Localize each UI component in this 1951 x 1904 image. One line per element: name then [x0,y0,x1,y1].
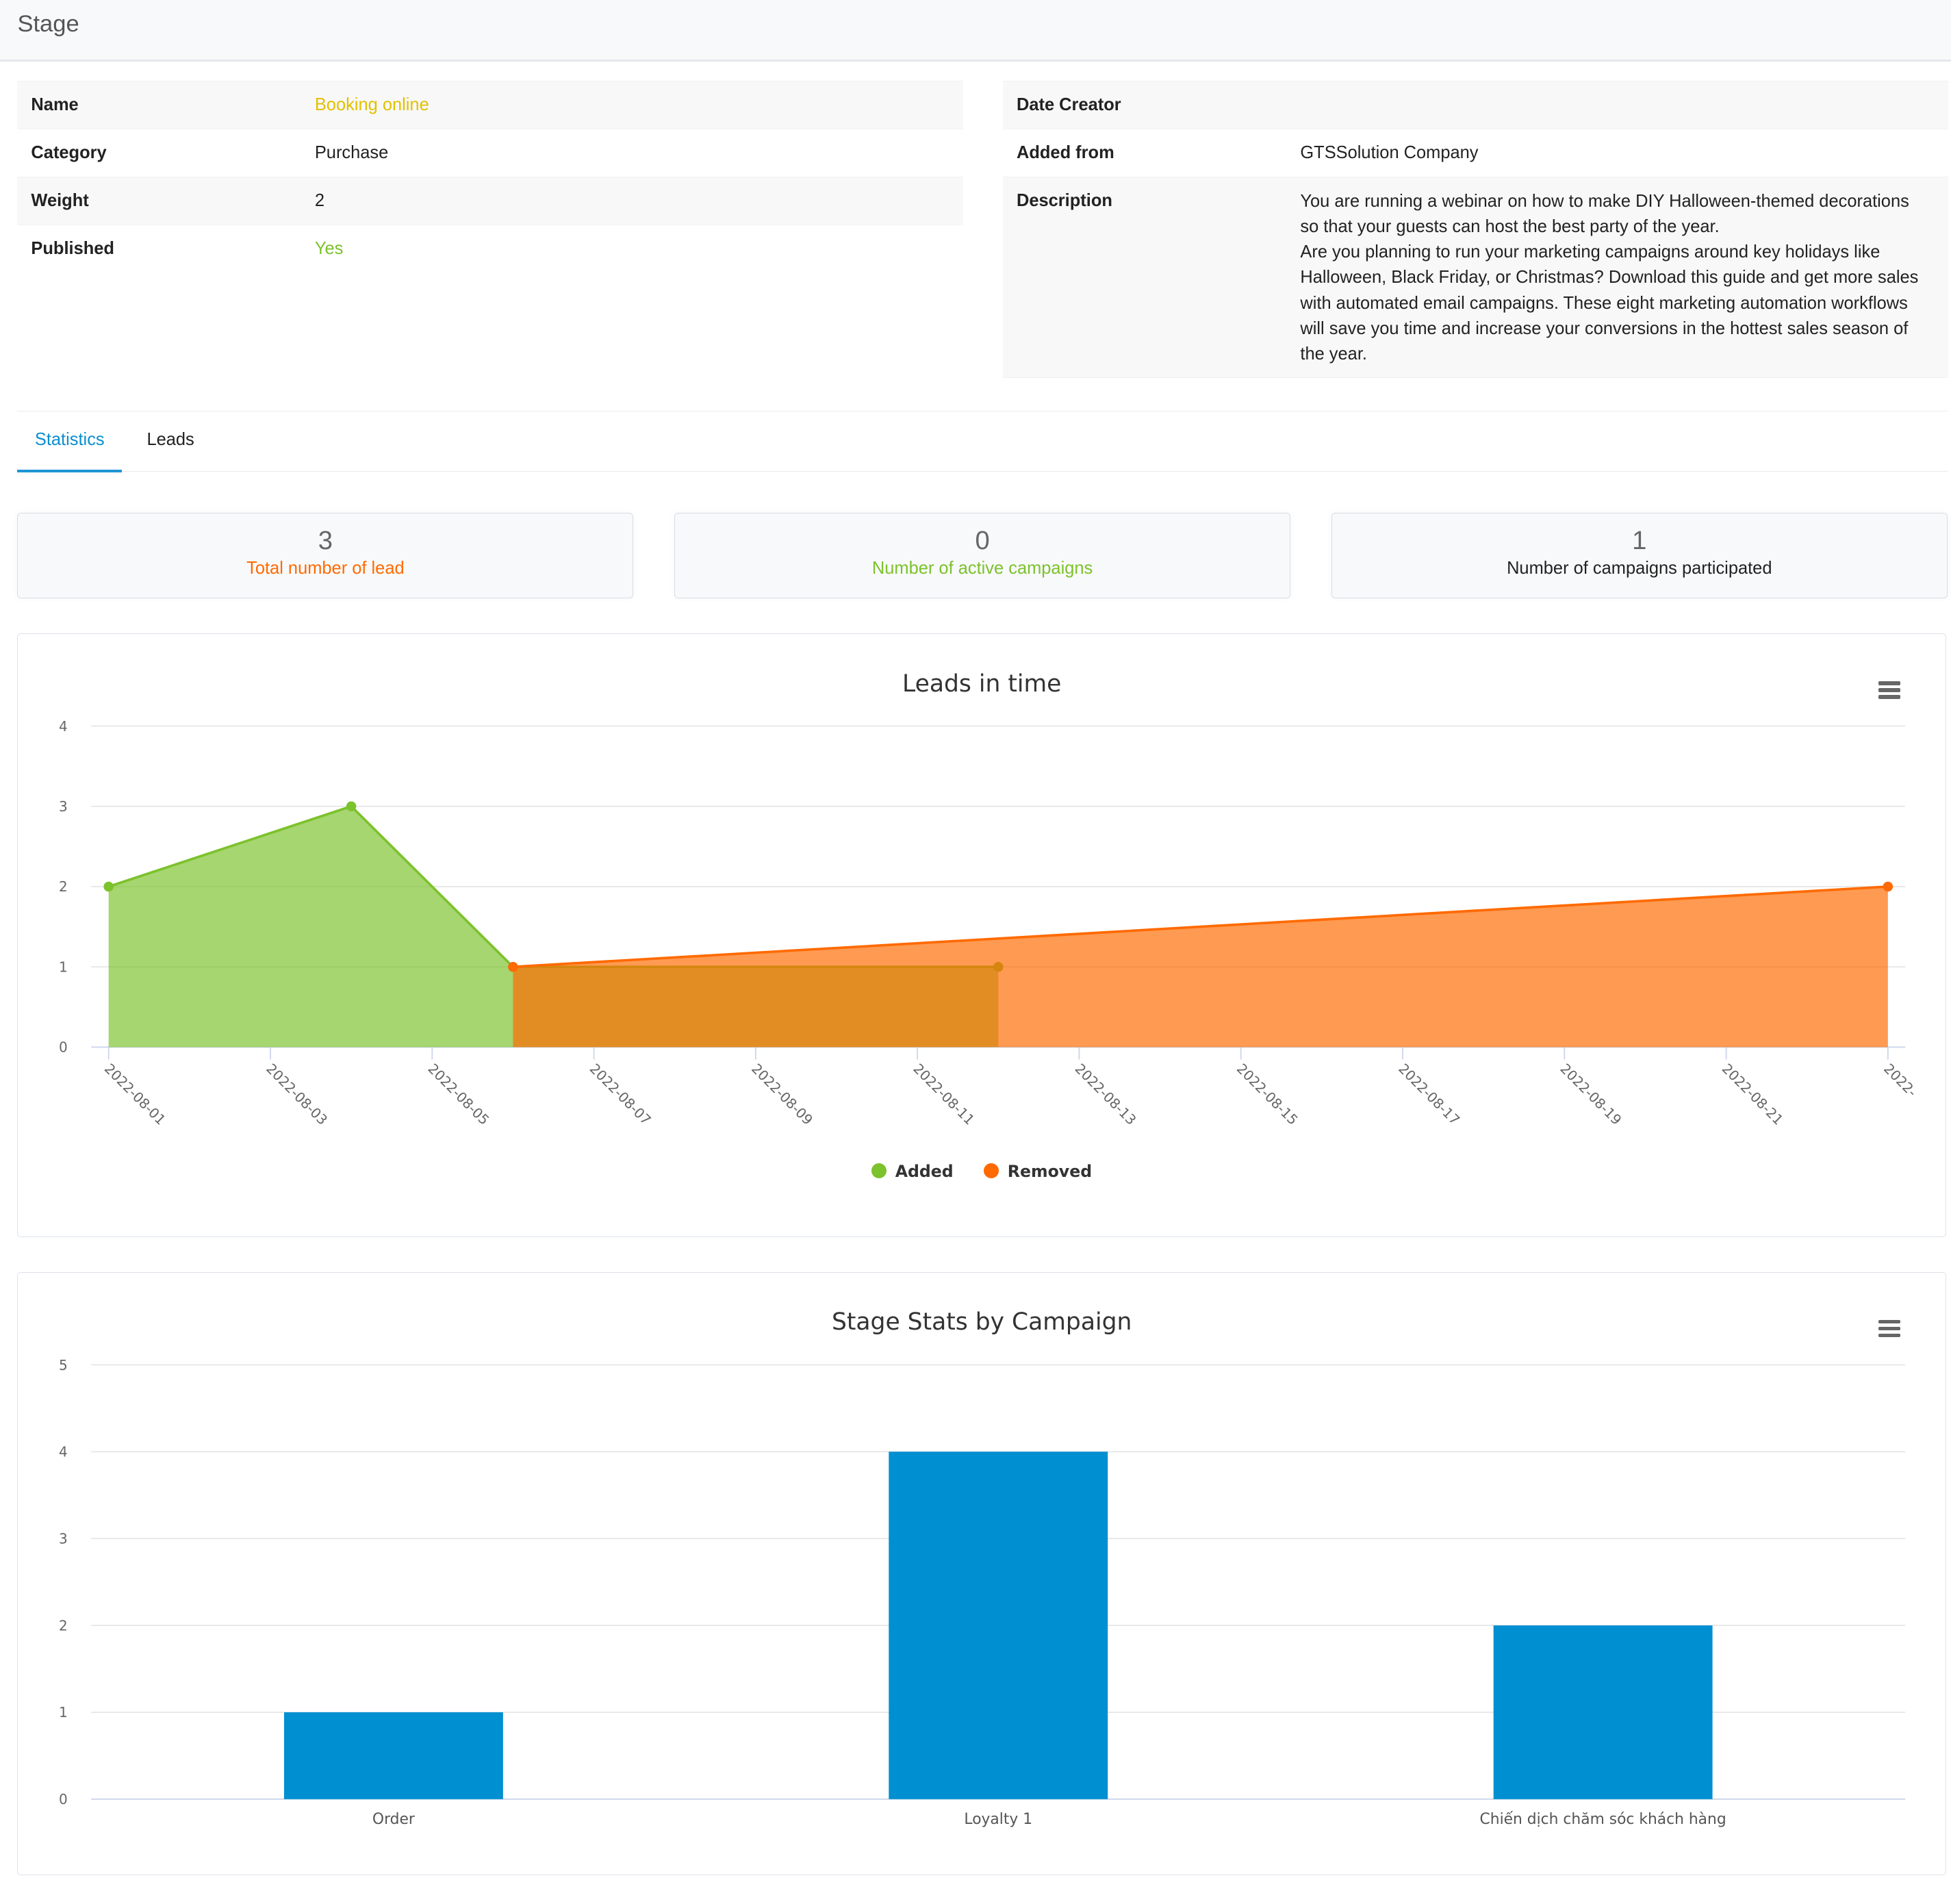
detail-label: Description [1016,191,1112,211]
chart-legend: Added Removed [18,1162,1945,1181]
detail-label: Weight [31,191,89,211]
detail-label: Date Creator [1016,95,1121,115]
detail-value-published: Yes [314,239,344,259]
y-tick-label: 2 [59,878,68,895]
legend-item-removed[interactable]: Removed [984,1162,1092,1181]
description-line: Are you planning to run your marketing c… [1300,242,1880,262]
y-tick-label: 1 [59,959,68,976]
detail-value-weight: 2 [314,191,324,211]
x-tick-label: 2022-08-13 [1072,1061,1140,1128]
legend-label: Removed [1007,1161,1093,1181]
legend-dot-icon [871,1163,887,1178]
y-tick-label: 5 [59,1356,68,1373]
bar [284,1712,504,1799]
detail-label: Added from [1016,143,1114,163]
stat-value: 3 [318,526,333,556]
stat-label: Number of active campaigns [871,558,1093,578]
stat-total-leads: 3 Total number of lead [17,512,634,599]
description-line: Halloween, Black Friday, or Christmas? D… [1300,268,1919,288]
description-line: You are running a webinar on how to make… [1300,191,1909,211]
point-removed [508,962,519,972]
y-tick-label: 0 [59,1039,68,1056]
tab-leads[interactable]: Leads [146,430,194,450]
tab-bar: Statistics Leads [17,410,1948,472]
x-tick-label: 2022-08-03 [264,1061,331,1128]
stat-active-campaigns: 0 Number of active campaigns [674,512,1291,599]
stat-label: Total number of lead [246,558,405,578]
stat-label: Number of campaigns participated [1507,558,1772,578]
detail-value-description: You are running a webinar on how to make… [1300,189,1918,368]
x-tick-label: 2022-08-07 [587,1061,654,1128]
detail-row-date-creator: Date Creator [1002,81,1949,130]
y-tick-label: 3 [59,798,68,815]
area-removed [513,887,1889,1048]
bar [1494,1625,1713,1799]
x-tick-label: 2022-08-09 [748,1061,816,1128]
details-table-right: Date Creator Added from GTSSolution Compa… [1002,81,1949,379]
y-tick-label: 2 [59,1617,68,1634]
stat-value: 0 [975,526,990,556]
stage-stats-by-campaign-chart: 0 1 2 3 4 5 Order Loyalty 1 Chiến dịch chăm sóc … [17,1271,1946,1876]
chart-menu-icon[interactable] [1878,681,1901,702]
bar [889,1451,1108,1799]
description-line: so that your guests can host the best pa… [1300,216,1720,236]
x-tick-label: Order [372,1811,415,1828]
x-tick-label: Loyalty 1 [965,1811,1033,1828]
description-line: will save you time and increase your con… [1300,318,1909,338]
campaign-chart-svg: 0 1 2 3 4 5 Order Loyalty 1 Chiến dịch chăm sóc … [59,1356,1906,1828]
y-tick-label: 3 [59,1530,68,1547]
y-tick-label: 4 [59,1443,68,1460]
description-line: the year. [1300,344,1367,364]
description-line: with automated email campaigns. These ei… [1300,293,1908,313]
y-tick-label: 4 [59,718,68,735]
x-tick-label: 2022-08-19 [1557,1061,1625,1128]
leads-in-time-chart: 0 1 2 3 4 2022-08-01 2022-08-03 2022-08-05 2022-… [17,633,1946,1237]
chart-title: Stage Stats by Campaign [831,1308,1132,1336]
stat-campaigns-participated: 1 Number of campaigns participated [1331,512,1948,599]
y-tick-label: 0 [59,1791,68,1807]
detail-row-added-from: Added from GTSSolution Company [1002,129,1949,178]
chart-title: Leads in time [902,670,1062,698]
detail-row-name: Name Booking online [17,81,963,130]
x-tick-label: 2022-08-21 [1719,1061,1787,1128]
y-tick-label: 1 [59,1704,68,1721]
details-table-left: Name Booking online Category Purchase Weig… [17,81,963,272]
point-added [346,801,357,812]
detail-row-description: Description You are running a webinar on… [1002,177,1949,379]
point-added [103,881,114,892]
leads-chart-svg: 0 1 2 3 4 2022-08-01 2022-08-03 2022-08-05 2022-… [59,718,1920,1128]
detail-value-name: Booking online [314,95,429,115]
legend-item-added[interactable]: Added [871,1162,954,1181]
detail-row-published: Published Yes [17,225,962,272]
detail-value-added-from: GTSSolution Company [1300,143,1479,163]
detail-label: Published [31,239,114,259]
chart-menu-icon[interactable] [1878,1319,1901,1341]
detail-label: Name [31,95,79,115]
detail-value-category: Purchase [314,143,389,163]
x-tick-label: Chiến dịch chăm sóc khách hàng [1480,1811,1726,1828]
legend-dot-icon [984,1163,999,1178]
stat-value: 1 [1632,526,1647,556]
stage-page: Stage Name Booking online Category Purchas… [0,0,1951,1904]
x-tick-label: 2022-08-11 [910,1061,978,1128]
detail-row-weight: Weight 2 [17,177,963,226]
x-tick-label: 2022-08-01 [101,1061,169,1128]
x-tick-label: 2022-08-15 [1234,1061,1301,1128]
x-tick-label: 2022-08-17 [1396,1061,1464,1128]
page-title: Stage [17,11,79,38]
tab-statistics[interactable]: Statistics [17,430,123,472]
detail-label: Category [31,143,107,163]
point-removed [1883,881,1893,892]
x-tick-label: 2022-08-05 [425,1061,493,1128]
page-header: Stage [0,0,1951,62]
detail-row-category: Category Purchase [17,129,963,178]
x-tick-label: 2022- [1880,1061,1920,1100]
legend-label: Added [895,1161,954,1181]
